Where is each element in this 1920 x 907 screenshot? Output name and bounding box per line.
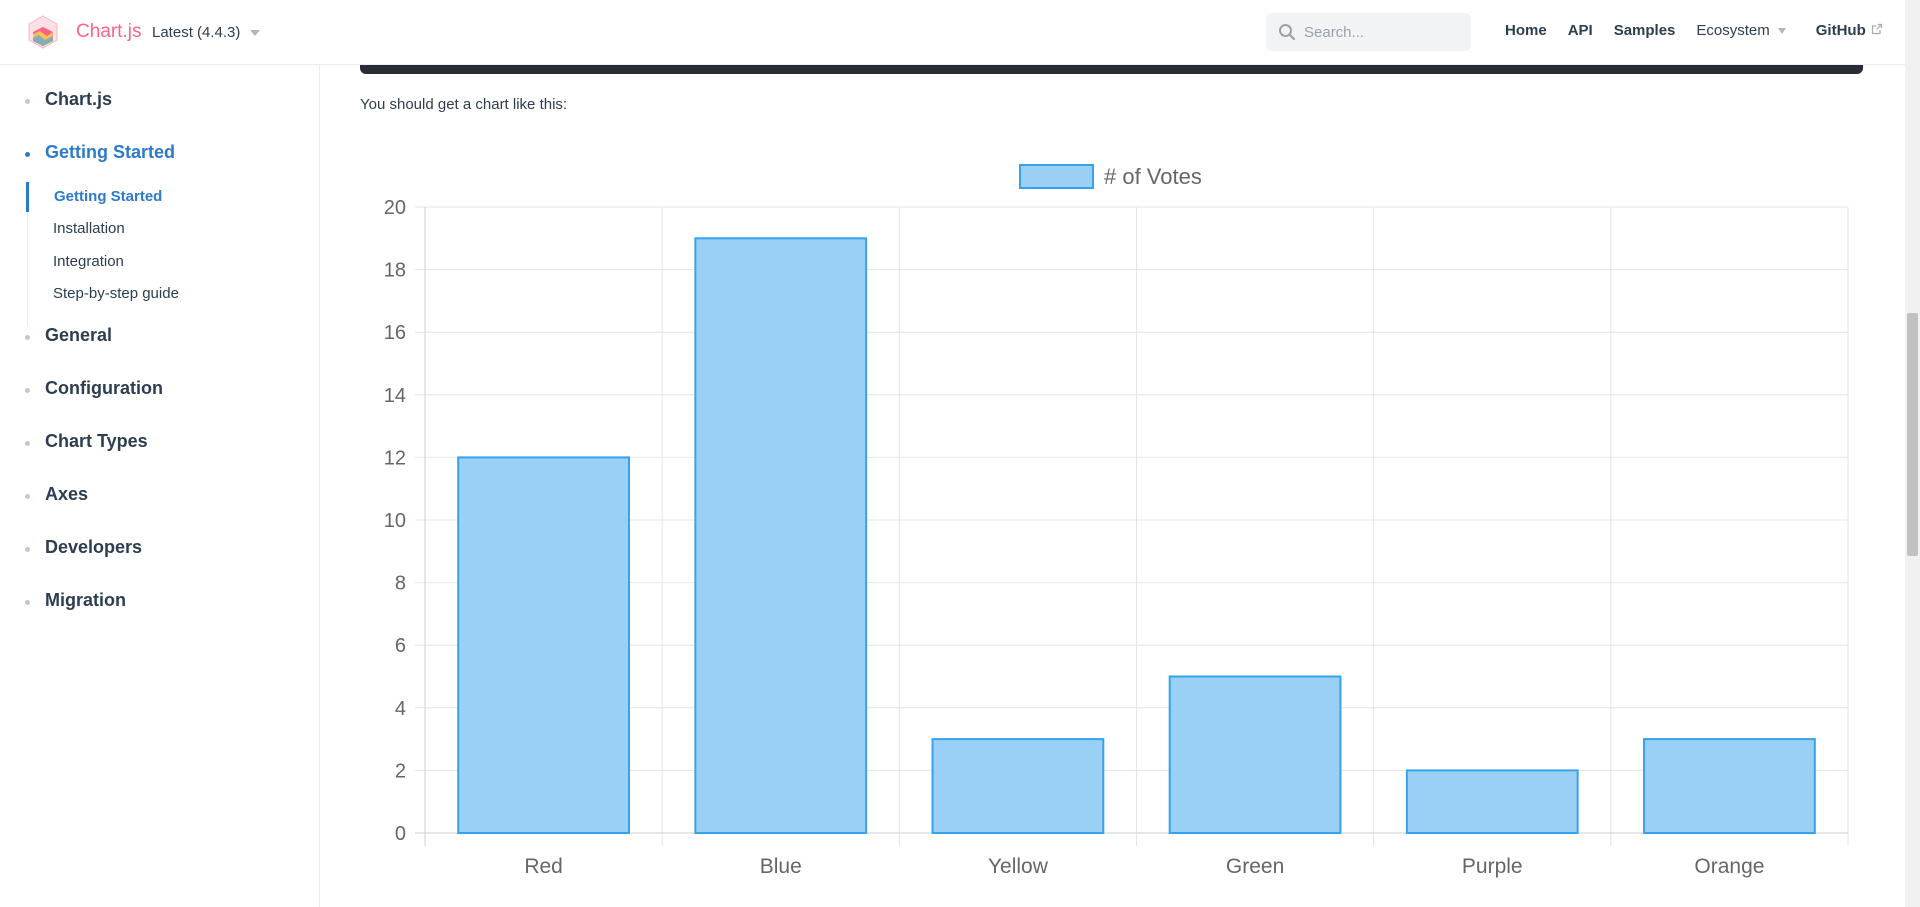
top-navbar: Chart.js Latest (4.4.3) Home API Samples… <box>0 0 1905 65</box>
x-tick-label: Purple <box>1462 855 1523 878</box>
y-tick-label: 2 <box>395 760 406 782</box>
nav-ecosystem-dropdown[interactable]: Ecosystem <box>1696 22 1786 39</box>
bar-blue <box>694 237 868 835</box>
bar-orange <box>1643 738 1816 834</box>
y-tick-label: 10 <box>384 510 406 532</box>
y-tick-label: 6 <box>395 635 406 657</box>
nav-samples-link[interactable]: Samples <box>1614 22 1676 39</box>
x-tick-label: Blue <box>760 855 802 878</box>
y-tick-label: 16 <box>384 322 406 344</box>
nav-ecosystem-label: Ecosystem <box>1696 22 1770 39</box>
bullet-icon <box>25 494 30 499</box>
scrollbar-thumb[interactable] <box>1907 313 1918 556</box>
y-tick-label: 0 <box>395 823 406 845</box>
bar-purple <box>1405 769 1579 835</box>
sidebar-group-label: Axes <box>45 484 89 504</box>
x-tick-label: Red <box>524 855 563 878</box>
search-box[interactable] <box>1266 13 1471 51</box>
nav-links: Home API Samples Ecosystem GitHub <box>1505 22 1904 39</box>
y-tick-label: 8 <box>395 573 406 595</box>
bullet-icon <box>25 335 30 340</box>
legend-swatch <box>1019 164 1094 189</box>
version-dropdown[interactable]: Latest (4.4.3) <box>152 24 261 41</box>
sidebar-item-getting-started[interactable]: Getting Started <box>26 182 286 212</box>
version-label: Latest (4.4.3) <box>152 24 241 41</box>
chevron-down-icon <box>250 30 261 37</box>
bar-red <box>457 456 630 834</box>
y-tick-label: 12 <box>384 447 406 469</box>
bullet-icon <box>25 152 30 157</box>
site-name-link[interactable]: Chart.js <box>76 21 141 43</box>
bullet-icon <box>25 600 30 605</box>
search-input[interactable] <box>1302 13 1462 51</box>
y-tick-label: 4 <box>395 698 406 720</box>
sidebar-group-label: Developers <box>45 537 143 557</box>
sidebar: Chart.js Getting Started Getting Started… <box>0 65 320 907</box>
bullet-icon <box>25 99 30 104</box>
legend-label: # of Votes <box>1104 164 1202 189</box>
chartjs-logo-icon[interactable] <box>25 14 61 50</box>
sidebar-item-installation[interactable]: Installation <box>28 214 288 244</box>
x-tick-label: Green <box>1226 855 1284 878</box>
nav-api-link[interactable]: API <box>1568 22 1593 39</box>
chart-legend[interactable]: # of Votes <box>1019 164 1202 189</box>
getting-started-sublist: Getting Started Installation Integration… <box>26 182 288 325</box>
sidebar-group-label: Chart Types <box>45 431 148 451</box>
page-scrollbar[interactable] <box>1905 0 1920 907</box>
bar-green <box>1168 675 1342 834</box>
sidebar-group-label: Getting Started <box>45 142 176 162</box>
bullet-icon <box>25 388 30 393</box>
bullet-icon <box>25 441 30 446</box>
external-link-icon <box>1871 23 1882 35</box>
x-tick-label: Orange <box>1694 855 1764 878</box>
sidebar-group-label: Migration <box>45 590 126 610</box>
y-tick-label: 18 <box>384 260 406 282</box>
bullet-icon <box>25 547 30 552</box>
sidebar-group-label: Chart.js <box>45 89 113 109</box>
nav-github-label: GitHub <box>1815 22 1866 39</box>
chevron-down-icon <box>1777 28 1786 35</box>
sidebar-item-integration[interactable]: Integration <box>28 247 288 277</box>
nav-github-link[interactable]: GitHub <box>1816 22 1883 39</box>
y-tick-label: 20 <box>384 197 406 219</box>
intro-paragraph: You should get a chart like this: <box>360 96 568 113</box>
sidebar-group-label: General <box>45 325 113 345</box>
sidebar-item-step-by-step-guide[interactable]: Step-by-step guide <box>28 279 288 309</box>
x-tick-label: Yellow <box>988 855 1049 878</box>
bar-yellow <box>931 738 1105 834</box>
search-icon <box>1279 24 1296 41</box>
sidebar-group-label: Configuration <box>45 378 163 398</box>
y-tick-label: 14 <box>384 385 406 407</box>
nav-home-link[interactable]: Home <box>1505 22 1547 39</box>
bar-chart: 0 2 4 6 8 10 12 14 16 18 20 Red Blue Yellow Green Purpl… <box>384 164 1849 878</box>
